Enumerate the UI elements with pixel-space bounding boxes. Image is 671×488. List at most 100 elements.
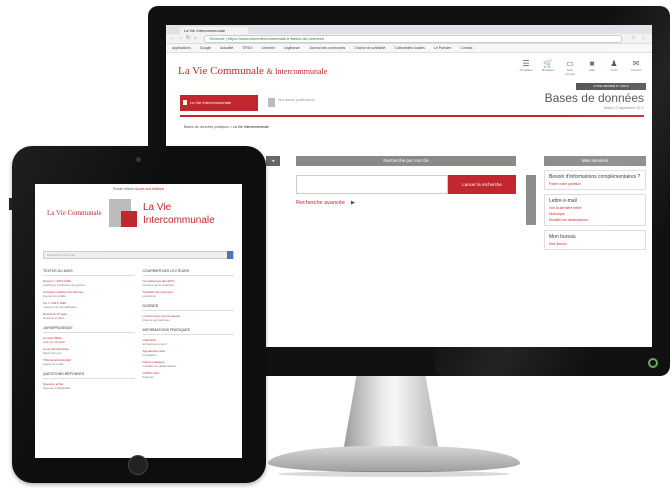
tablet-logo-area: La Vie Communale La Vie Intercommunale	[35, 191, 242, 249]
bookmark-item[interactable]: Actualité	[220, 46, 233, 50]
bookmark-item[interactable]: Legifrance	[284, 46, 300, 50]
logo-sup: & Intercommunale	[266, 67, 328, 76]
section-heading: Courrier des lecteurs	[142, 267, 234, 276]
list-item[interactable]: Conseil d'État arrêt du 28 juillet	[43, 336, 135, 344]
section-heading: Questions-réponses	[43, 370, 135, 379]
back-icon[interactable]: ←	[170, 35, 175, 41]
logo-text: La Vie Communale	[178, 65, 264, 77]
menu-icon[interactable]: ⋮	[641, 35, 646, 41]
service-box: Mon bureau Mes favoris	[544, 230, 646, 250]
advanced-search-link[interactable]: Recherche avancée ▶	[296, 200, 516, 206]
forward-icon[interactable]: →	[178, 35, 183, 41]
list-item[interactable]: Chiffres clés finances	[143, 371, 235, 379]
bookmark-item[interactable]: Contact	[460, 46, 472, 50]
search-form: Lancer la recherche	[296, 175, 516, 194]
section-heading: Jurisprudence	[43, 324, 135, 333]
list-item[interactable]: Tribunal administratif jugement rendu	[43, 358, 135, 366]
browser-tab[interactable]: La Vie Intercommunale	[180, 27, 248, 34]
breadcrumb: Bases de données juridiques > La Vie Int…	[184, 125, 269, 129]
bookmark-item[interactable]: Applications	[172, 46, 191, 50]
news-icon[interactable]: ☰ Actualités	[518, 59, 534, 76]
page-title: Bases de données	[544, 91, 644, 105]
bookmark-item[interactable]: Journal des communes	[309, 46, 345, 50]
site-header: La Vie Communale & Intercommunale ☰ Actua…	[166, 53, 652, 91]
service-link[interactable]: Historique	[549, 212, 641, 216]
home-icon[interactable]: ⌂	[194, 35, 197, 41]
service-link[interactable]: Mes favoris	[549, 242, 641, 246]
bookmarks-bar: Applications Google Actualité TIPAO Link…	[166, 44, 652, 53]
tablet-side-button	[9, 198, 12, 210]
header-divider	[180, 115, 644, 117]
bookmark-item[interactable]: Chaîne de solidarité	[354, 46, 385, 50]
header-icons: ☰ Actualités 🛒 Boutique ▭ Mon compte ■ Aide …	[518, 59, 644, 76]
service-box: Lettre e-mail Voir la dernière lettre Hi…	[544, 194, 646, 226]
service-box: Besoin d'informations complémentaires ? …	[544, 170, 646, 190]
camera-icon	[136, 157, 141, 162]
breadcrumb-current: La Vie Intercommunale	[232, 125, 269, 129]
tablet-logo-small[interactable]: La Vie Communale	[47, 209, 102, 217]
section-heading: Dossier	[142, 302, 234, 311]
tablet-columns: Textes du mois Décret n° 2017-1299 relati…	[43, 263, 234, 390]
list-item[interactable]: Calendrier échéances à venir	[143, 338, 235, 346]
user-icon[interactable]: ♟ Profil	[606, 59, 622, 76]
bookmark-item[interactable]: Google	[200, 46, 211, 50]
tablet-column-right: Courrier des lecteurs Compétences des EP…	[142, 263, 235, 390]
tablet-title: La Vie Intercommunale	[143, 202, 215, 226]
list-item[interactable]: Loi n° 2017-1339 mesures de simplificatio…	[43, 301, 135, 309]
tablet-screen: Portail réflexe Accès aux éditions La Vi…	[35, 184, 242, 458]
list-item[interactable]: Décret du 27 août finances locales	[43, 312, 135, 320]
search-panel-header: Recherche par mot clé	[296, 156, 516, 166]
list-item[interactable]: Question écrite réponse ministérielle	[43, 382, 135, 390]
home-button[interactable]	[128, 455, 148, 475]
star-icon[interactable]: ☆	[632, 35, 636, 41]
bookmark-item[interactable]: TIPAO	[242, 46, 252, 50]
list-item[interactable]: Agenda des élus formations	[143, 349, 235, 357]
section-heading: Informations pratiques	[142, 326, 234, 335]
subscriber-badge: CODE ABONNÉ N° 00213	[576, 83, 646, 90]
address-bar[interactable]: Sécurisé | https://www.lavieintercommuna…	[204, 35, 622, 43]
search-icon[interactable]	[227, 251, 233, 259]
cover-accent	[121, 211, 137, 227]
site-logo[interactable]: La Vie Communale & Intercommunale	[178, 65, 327, 77]
list-item[interactable]: Transfert de personnel précisions	[143, 290, 235, 298]
tablet-search-input[interactable]: Recherche sur le site	[43, 251, 234, 259]
list-item[interactable]: Circulaire relative à la réforme intercom…	[43, 290, 135, 298]
left-panel-toggle[interactable]: ◂	[266, 156, 280, 166]
tab-la-vie-intercommunale[interactable]: La Vie Intercommunale	[180, 95, 258, 111]
arrow-right-icon: ▶	[350, 200, 356, 206]
list-item[interactable]: Cour administrative appel de Lyon	[43, 347, 135, 355]
list-item[interactable]: Fiches pratiques modèles de délibérations	[143, 360, 235, 368]
tab-other-publications[interactable]: Nos autres publications	[266, 95, 326, 111]
monitor-stand-neck	[343, 376, 439, 452]
service-link[interactable]: Modifier les destinataires	[549, 218, 641, 222]
service-link[interactable]: Voir la dernière lettre	[549, 206, 641, 210]
browser-urlbar: ← → ↻ ⌂ Sécurisé | https://www.lavieinte…	[166, 34, 652, 44]
list-item[interactable]: La fusion des communautés bilan et perspe…	[143, 314, 235, 322]
services-panel: Mes services Besoin d'informations compl…	[544, 156, 646, 250]
cart-icon[interactable]: 🛒 Boutique	[540, 59, 556, 76]
panel-collapse-tab[interactable]	[526, 175, 536, 225]
help-icon[interactable]: ■ Aide	[584, 59, 600, 76]
list-item[interactable]: Compétences des EPCI réponse de la rédact…	[143, 279, 235, 287]
search-button[interactable]: Lancer la recherche	[448, 175, 516, 194]
tablet-device: Portail réflexe Accès aux éditions La Vi…	[9, 146, 266, 483]
services-header: Mes services	[544, 156, 646, 166]
tablet-column-left: Textes du mois Décret n° 2017-1299 relati…	[43, 263, 135, 390]
tablet-topbar: Portail réflexe Accès aux éditions	[35, 184, 242, 191]
breadcrumb-root[interactable]: Bases de données juridiques	[184, 125, 229, 129]
contact-icon[interactable]: ✉ Contact	[628, 59, 644, 76]
service-link[interactable]: Poser votre question	[549, 182, 641, 186]
bookmark-item[interactable]: LinkedIn	[262, 46, 275, 50]
power-icon[interactable]	[648, 358, 658, 368]
list-item[interactable]: Décret n° 2017-1299 relatif aux condition…	[43, 279, 135, 287]
monitor-stand-base	[268, 446, 520, 477]
bookmark-item[interactable]: Collectivités locales	[394, 46, 425, 50]
search-panel: Recherche par mot clé Lancer la recherch…	[296, 156, 516, 206]
browser-tabbar: La Vie Intercommunale	[166, 25, 652, 34]
section-heading: Textes du mois	[43, 267, 135, 276]
page-date: Mardi 12 septembre 2017	[604, 106, 644, 110]
keyword-search-input[interactable]	[296, 175, 448, 194]
bookmark-item[interactable]: Le Parisien	[434, 46, 452, 50]
account-icon[interactable]: ▭ Mon compte	[562, 59, 578, 76]
reload-icon[interactable]: ↻	[186, 35, 190, 41]
